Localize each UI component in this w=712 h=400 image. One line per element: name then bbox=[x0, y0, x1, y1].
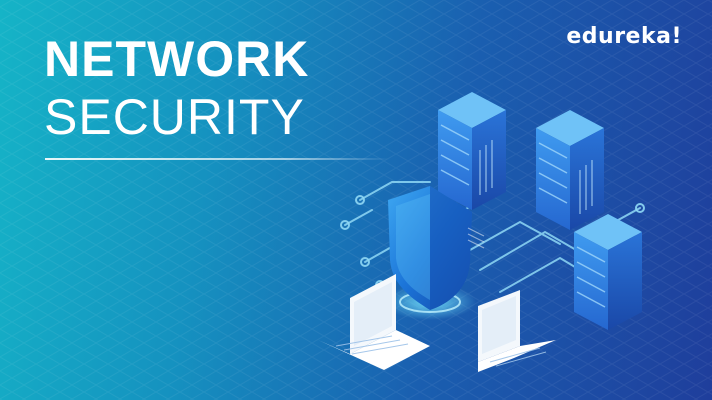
server-icon bbox=[438, 92, 506, 210]
laptop-icon bbox=[478, 290, 556, 372]
server-icon bbox=[536, 110, 604, 230]
network-security-banner: NETWORK SECURITY edureka! bbox=[0, 0, 712, 400]
server-icon bbox=[574, 214, 642, 330]
network-illustration bbox=[318, 92, 645, 372]
